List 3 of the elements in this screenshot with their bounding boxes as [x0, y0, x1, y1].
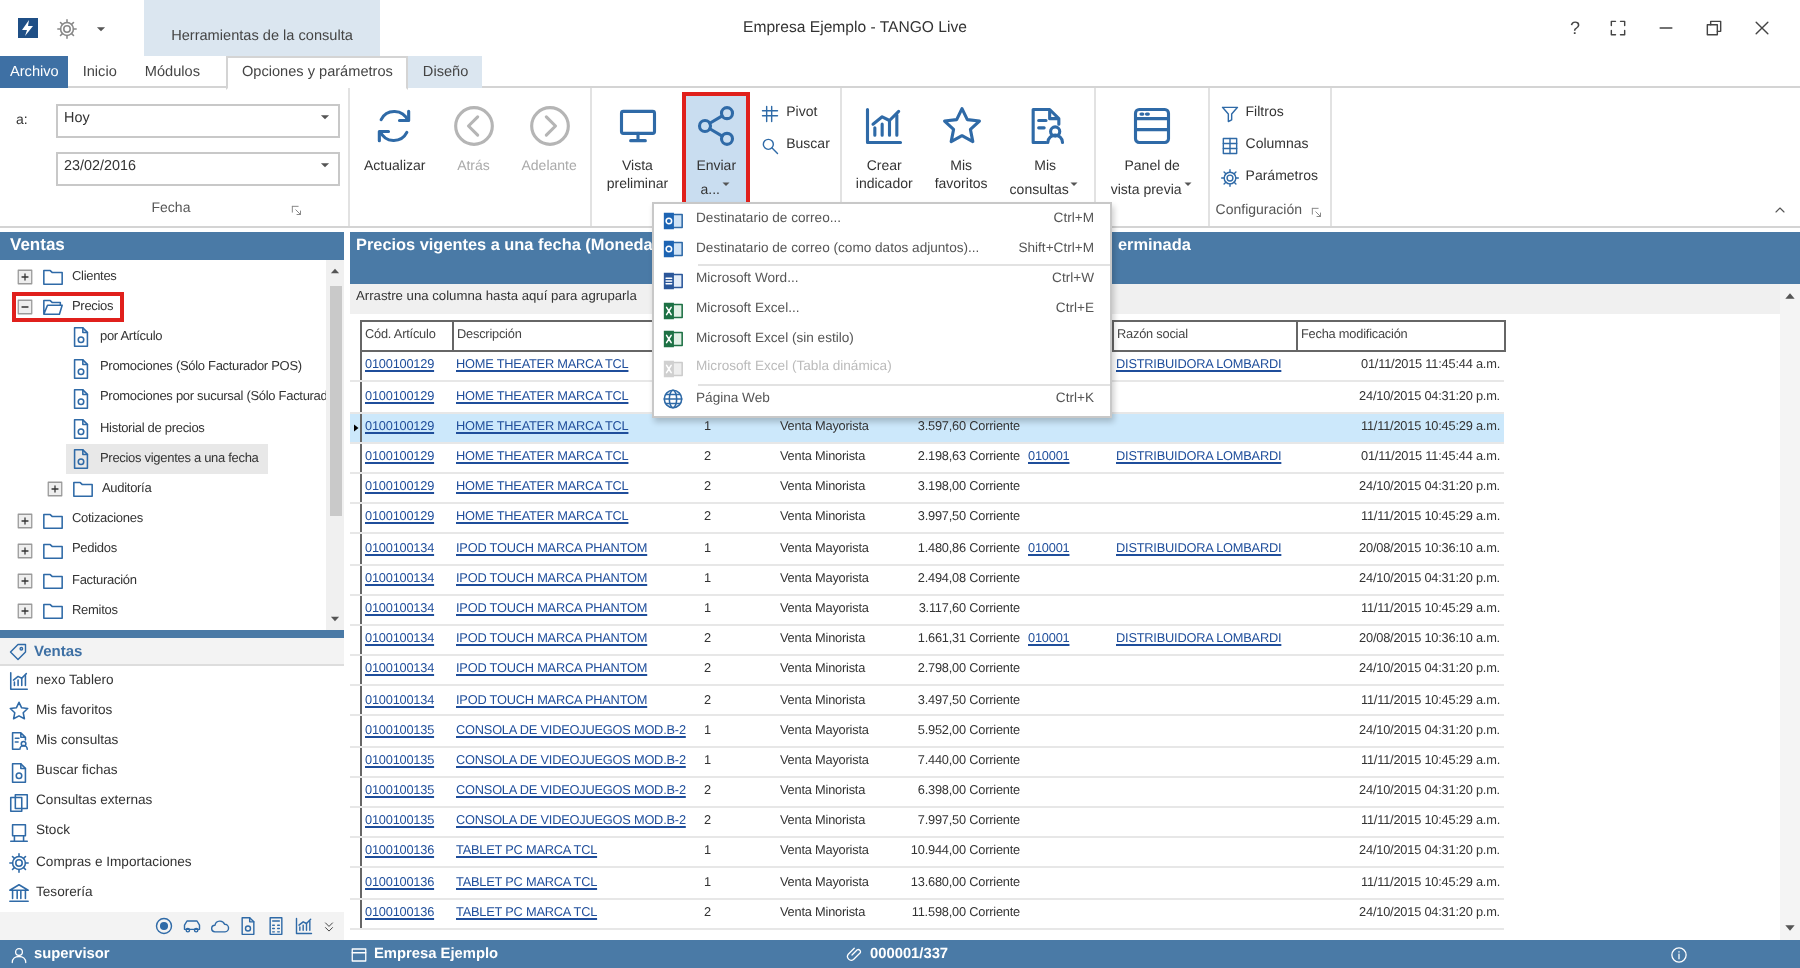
panel-header: Ventas	[0, 232, 344, 260]
grid-title: erminada	[1118, 236, 1191, 256]
grid-title: Precios vigentes a una fecha (Moneda	[356, 236, 653, 256]
